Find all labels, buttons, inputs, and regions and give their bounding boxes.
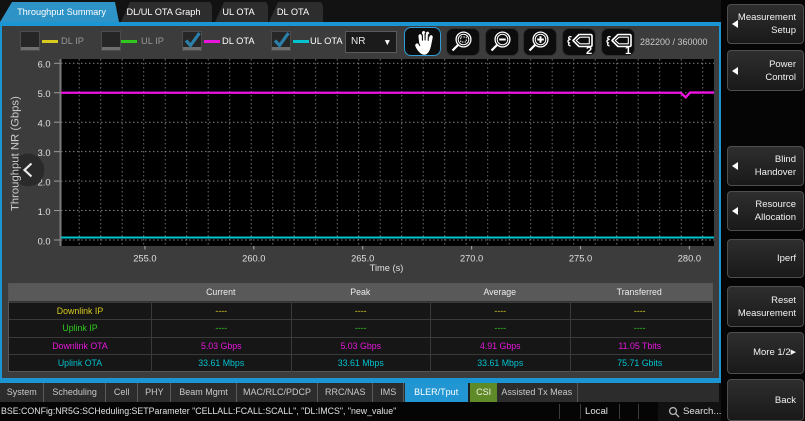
svg-text:265.0: 265.0 xyxy=(351,253,374,263)
svg-text:2: 2 xyxy=(586,45,592,55)
svg-text:Throughput NR (Gbps): Throughput NR (Gbps) xyxy=(10,96,22,211)
svg-text:3.0: 3.0 xyxy=(38,148,51,158)
svg-text:260.0: 260.0 xyxy=(242,253,265,263)
svg-text:1: 1 xyxy=(625,45,631,55)
svg-text:280.0: 280.0 xyxy=(678,253,701,263)
svg-text:1.0: 1.0 xyxy=(38,207,51,217)
svg-text:6.0: 6.0 xyxy=(38,60,51,70)
svg-text:0.0: 0.0 xyxy=(38,236,51,246)
svg-text:4.0: 4.0 xyxy=(38,119,51,129)
svg-text:5.0: 5.0 xyxy=(38,89,51,99)
svg-text:275.0: 275.0 xyxy=(569,253,592,263)
svg-text:255.0: 255.0 xyxy=(133,253,156,263)
svg-text:Time (s): Time (s) xyxy=(370,263,404,273)
svg-text:270.0: 270.0 xyxy=(460,253,483,263)
